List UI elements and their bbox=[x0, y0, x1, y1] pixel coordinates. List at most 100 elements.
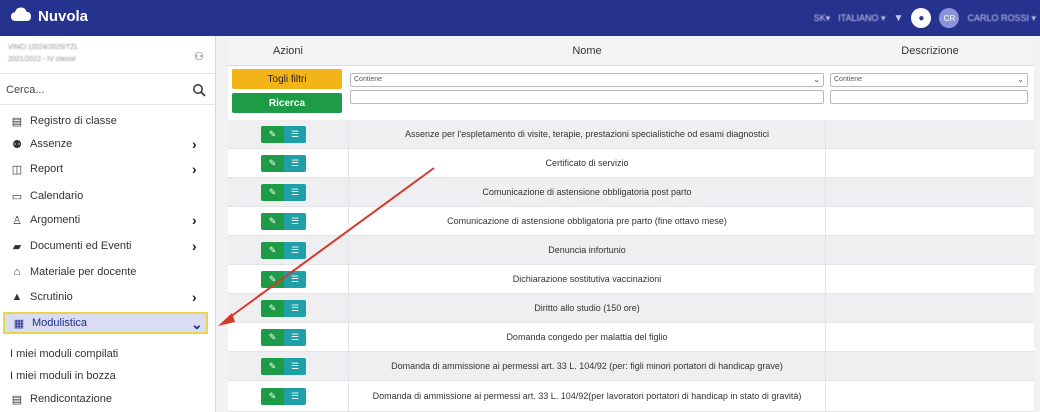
sidebar-item-label: Scrutinio bbox=[30, 291, 73, 303]
search-input[interactable] bbox=[6, 81, 186, 99]
folder-icon: ▰ bbox=[12, 240, 22, 253]
brand[interactable]: Nuvola bbox=[10, 6, 88, 27]
edit-icon[interactable]: ✎ bbox=[261, 155, 284, 172]
chevron-down-icon: ⌄ bbox=[813, 75, 820, 84]
sidebar-item-registro-di-classe[interactable]: ▤ Registro di classe bbox=[0, 110, 216, 132]
sidebar-item-modulistica[interactable]: ▦ Modulistica ⌄ bbox=[3, 312, 208, 334]
user-check-icon: ⚉ bbox=[12, 138, 22, 151]
edit-icon[interactable]: ✎ bbox=[261, 126, 284, 143]
search-button[interactable]: Ricerca bbox=[232, 93, 342, 113]
table-row: ✎ ☰ Comunicazione di astensione obbligato… bbox=[228, 207, 1034, 236]
edit-icon[interactable]: ✎ bbox=[261, 271, 284, 288]
sidebar-item-label: Modulistica bbox=[32, 317, 88, 329]
description-filter-input[interactable] bbox=[830, 90, 1028, 104]
sidebar-subitem-moduli-compilati[interactable]: I miei moduli compilati bbox=[0, 344, 216, 364]
chevron-down-icon: ⌄ bbox=[191, 316, 203, 332]
sidebar: VINCI (2024/2025/TZL 2021/2022 - IV clas… bbox=[0, 36, 216, 412]
list-icon[interactable]: ☰ bbox=[284, 358, 306, 375]
edit-icon[interactable]: ✎ bbox=[261, 388, 284, 405]
row-name: Dichiarazione sostitutiva vaccinazioni bbox=[348, 265, 826, 293]
search-icon[interactable] bbox=[192, 83, 206, 97]
form-icon: ▦ bbox=[13, 317, 25, 330]
list-icon[interactable]: ☰ bbox=[284, 242, 306, 259]
edit-icon[interactable]: ✎ bbox=[261, 213, 284, 230]
filter-row: Togli filtri Ricerca Contiene ⌄ Contiene… bbox=[228, 66, 1034, 118]
sidebar-search bbox=[0, 75, 216, 105]
school-selector[interactable]: SK▾ bbox=[814, 13, 831, 24]
table-row: ✎ ☰ Certificato di servizio bbox=[228, 149, 1034, 178]
book-icon: ▤ bbox=[11, 115, 23, 128]
sidebar-item-label: Rendicontazione bbox=[30, 393, 112, 405]
sidebar-item-report[interactable]: ◫ Report › bbox=[0, 158, 216, 180]
teacher-icon: ♙ bbox=[12, 214, 22, 227]
sidebar-item-label: Documenti ed Eventi bbox=[30, 240, 132, 252]
row-name: Denuncia infortunio bbox=[348, 236, 826, 264]
list-icon[interactable]: ☰ bbox=[284, 155, 306, 172]
name-filter-input[interactable] bbox=[350, 90, 824, 104]
column-header-actions: Azioni bbox=[273, 45, 303, 57]
list-icon[interactable]: ☰ bbox=[284, 300, 306, 317]
avatar[interactable]: CR bbox=[939, 8, 960, 28]
sidebar-item-scrutinio[interactable]: ▲ Scrutinio › bbox=[0, 286, 216, 308]
description-filter-select[interactable]: Contiene ⌄ bbox=[830, 73, 1028, 87]
chevron-right-icon: › bbox=[192, 136, 197, 152]
clipboard-icon: ▤ bbox=[11, 393, 23, 406]
chevron-right-icon: › bbox=[192, 238, 197, 254]
name-filter-select[interactable]: Contiene ⌄ bbox=[350, 73, 824, 87]
sidebar-item-assenze[interactable]: ⚉ Assenze › bbox=[0, 133, 216, 155]
cloud-icon bbox=[10, 6, 32, 27]
table-row: ✎ ☰ Domanda di ammissione ai permessi art… bbox=[228, 352, 1034, 381]
edit-icon[interactable]: ✎ bbox=[261, 329, 284, 346]
sidebar-item-argomenti[interactable]: ♙ Argomenti › bbox=[0, 209, 216, 231]
table-row: ✎ ☰ Assenze per l'espletamento di visite,… bbox=[228, 120, 1034, 149]
user-class: 2021/2022 - IV classe bbox=[8, 56, 76, 63]
column-header-name[interactable]: Nome bbox=[348, 45, 826, 57]
user-info: VINCI (2024/2025/TZL 2021/2022 - IV clas… bbox=[0, 36, 216, 74]
list-icon[interactable]: ☰ bbox=[284, 184, 306, 201]
table-row: ✎ ☰ Denuncia infortunio bbox=[228, 236, 1034, 265]
top-bar: Nuvola SK▾ ITALIANO ▾ ▼ ● CR CARLO ROSSI… bbox=[0, 0, 1040, 36]
name-filter-value: Contiene bbox=[354, 76, 383, 83]
table-row: ✎ ☰ Domanda di ammissione ai permessi art… bbox=[228, 381, 1034, 412]
edit-icon[interactable]: ✎ bbox=[261, 184, 284, 201]
clear-filters-button[interactable]: Togli filtri bbox=[232, 69, 342, 89]
description-filter-value: Contiene bbox=[834, 76, 863, 83]
filter-icon[interactable]: ▼ bbox=[894, 13, 904, 24]
list-icon[interactable]: ☰ bbox=[284, 329, 306, 346]
table-row: ✎ ☰ Comunicazione di astensione obbligato… bbox=[228, 178, 1034, 207]
language-selector[interactable]: ITALIANO ▾ bbox=[838, 13, 885, 24]
column-header-description[interactable]: Descrizione bbox=[826, 45, 1034, 57]
row-name: Diritto allo studio (150 ore) bbox=[348, 294, 826, 322]
list-icon[interactable]: ☰ bbox=[284, 271, 306, 288]
row-name: Comunicazione di astensione obbligatoria… bbox=[348, 207, 826, 235]
sidebar-subitem-moduli-in-bozza[interactable]: I miei moduli in bozza bbox=[0, 366, 216, 386]
switch-user-icon[interactable]: ⚇ bbox=[194, 50, 204, 63]
user-menu[interactable]: CARLO ROSSI ▾ bbox=[967, 13, 1036, 24]
list-icon[interactable]: ☰ bbox=[284, 126, 306, 143]
sidebar-item-label: Argomenti bbox=[30, 214, 81, 226]
list-icon[interactable]: ☰ bbox=[284, 213, 306, 230]
chevron-right-icon: › bbox=[192, 289, 197, 305]
user-school: VINCI (2024/2025/TZL bbox=[8, 44, 79, 51]
table-row: ✎ ☰ Dichiarazione sostitutiva vaccinazion… bbox=[228, 265, 1034, 294]
sidebar-item-label: Assenze bbox=[30, 138, 73, 150]
edit-icon[interactable]: ✎ bbox=[261, 358, 284, 375]
sidebar-item-label: Materiale per docente bbox=[30, 266, 137, 278]
list-icon[interactable]: ☰ bbox=[284, 388, 306, 405]
row-name: Comunicazione di astensione obbligatoria… bbox=[348, 178, 826, 206]
sidebar-item-rendicontazione[interactable]: ▤ Rendicontazione bbox=[0, 388, 216, 410]
row-name: Domanda congedo per malattia del figlio bbox=[348, 323, 826, 351]
chevron-right-icon: › bbox=[192, 212, 197, 228]
sidebar-item-calendario[interactable]: ▭ Calendario bbox=[0, 185, 216, 207]
sidebar-item-materiale-per-docente[interactable]: ⌂ Materiale per docente bbox=[0, 261, 216, 283]
chart-icon: ◫ bbox=[11, 163, 23, 176]
row-name: Domanda di ammissione ai permessi art. 3… bbox=[348, 381, 826, 411]
chevron-right-icon: › bbox=[192, 161, 197, 177]
row-name: Certificato di servizio bbox=[348, 149, 826, 177]
sidebar-item-label: Report bbox=[30, 163, 64, 175]
edit-icon[interactable]: ✎ bbox=[261, 300, 284, 317]
edit-icon[interactable]: ✎ bbox=[261, 242, 284, 259]
sidebar-item-documenti-ed-eventi[interactable]: ▰ Documenti ed Eventi › bbox=[0, 235, 216, 257]
chevron-down-icon: ⌄ bbox=[1017, 75, 1024, 84]
notification-icon[interactable]: ● bbox=[911, 8, 932, 28]
